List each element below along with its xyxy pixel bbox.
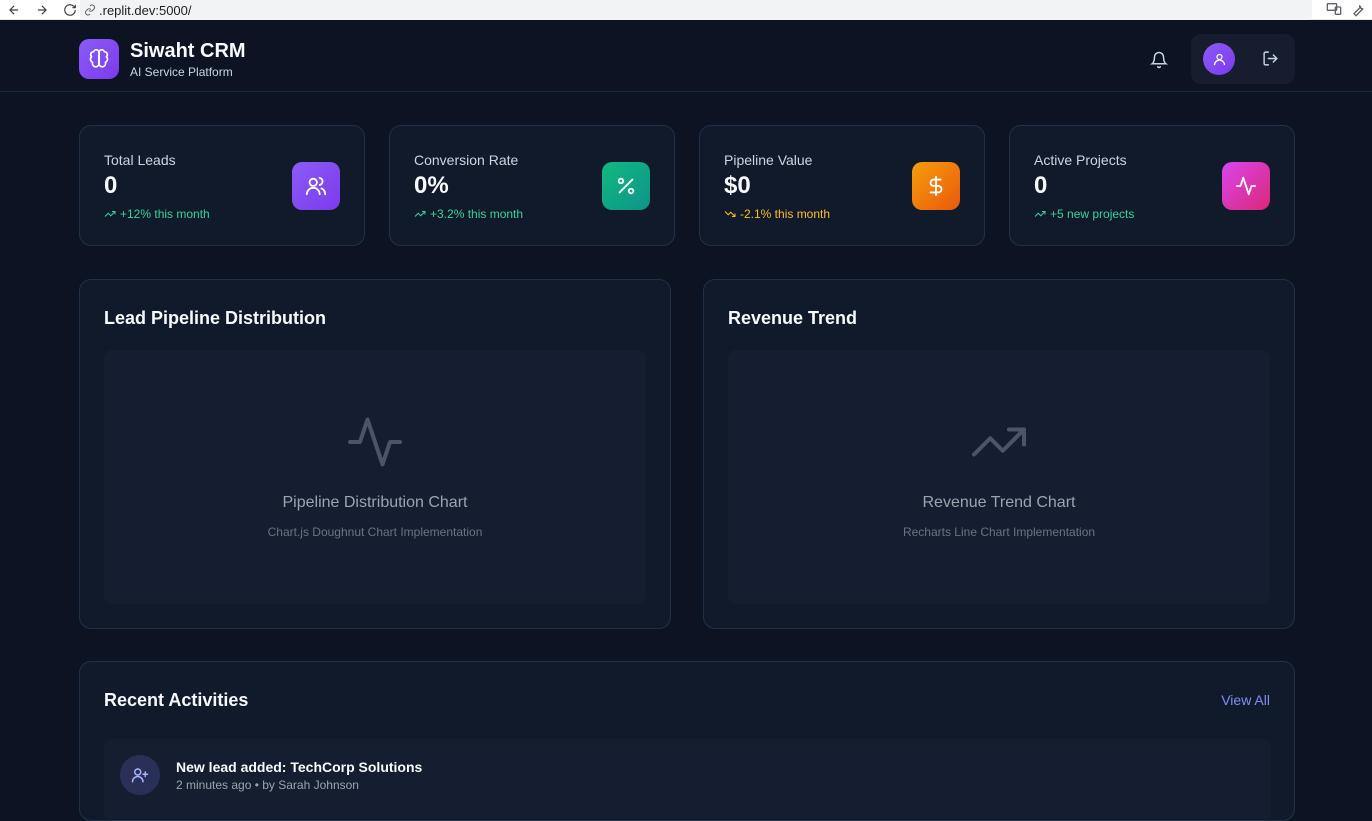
activity-text: New lead added: TechCorp Solutions (176, 759, 423, 775)
wrench-icon[interactable] (1350, 1, 1366, 17)
app-header: Siwaht CRM AI Service Platform (0, 27, 1372, 92)
trending-down-icon (724, 211, 736, 217)
percent-icon (602, 162, 650, 210)
stat-value: 0 (1034, 172, 1048, 199)
stat-card-active-projects: Active Projects 0 +5 new projects (1009, 125, 1295, 246)
stat-card-pipeline-value: Pipeline Value $0 -2.1% this month (699, 125, 985, 246)
browser-toolbar: .replit.dev:5000/ (0, 0, 1372, 20)
logout-icon[interactable] (1262, 50, 1279, 67)
user-icon (1213, 53, 1225, 65)
view-all-link[interactable]: View All (1221, 692, 1270, 708)
chart-placeholder: Pipeline Distribution Chart Chart.js Dou… (104, 350, 646, 604)
panel-title: Lead Pipeline Distribution (104, 308, 327, 328)
chart-panel-pipeline: Lead Pipeline Distribution Pipeline Dist… (79, 279, 671, 629)
stat-title: Conversion Rate (414, 152, 519, 168)
users-icon (292, 162, 340, 210)
stat-value: $0 (724, 172, 751, 199)
trending-up-icon (969, 412, 1029, 472)
stat-trend: +3.2% this month (414, 207, 523, 221)
placeholder-title: Revenue Trend Chart (922, 494, 1076, 511)
stat-title: Active Projects (1034, 152, 1127, 168)
stat-value: 0% (414, 172, 449, 199)
stat-trend: -2.1% this month (724, 207, 830, 221)
avatar[interactable] (1203, 43, 1235, 75)
address-bar[interactable]: .replit.dev:5000/ (80, 0, 1312, 20)
stat-card-conversion-rate: Conversion Rate 0% +3.2% this month (389, 125, 675, 246)
stat-title: Pipeline Value (724, 152, 813, 168)
url-text: .replit.dev:5000/ (99, 2, 192, 18)
stat-card-total-leads: Total Leads 0 +12% this month (79, 125, 365, 246)
trending-up-icon (104, 211, 116, 217)
stat-title: Total Leads (104, 152, 176, 168)
reload-icon[interactable] (62, 2, 78, 18)
stat-trend-text: +3.2% this month (430, 207, 524, 221)
activity-meta: 2 minutes ago • by Sarah Johnson (176, 778, 359, 792)
placeholder-title: Pipeline Distribution Chart (282, 494, 468, 511)
section-title: Recent Activities (104, 690, 249, 710)
list-item[interactable]: New lead added: TechCorp Solutions 2 min… (104, 739, 1271, 819)
back-icon[interactable] (6, 2, 22, 18)
stat-trend-text: +5 new projects (1050, 207, 1135, 221)
bell-icon[interactable] (1149, 51, 1169, 69)
app-title: Siwaht CRM (130, 40, 246, 62)
chart-placeholder: Revenue Trend Chart Recharts Line Chart … (728, 350, 1270, 604)
stat-trend-text: +12% this month (120, 207, 210, 221)
panel-title: Revenue Trend (728, 308, 858, 328)
stat-trend: +5 new projects (1034, 207, 1134, 221)
forward-icon[interactable] (34, 2, 50, 18)
stat-value: 0 (104, 172, 118, 199)
stat-trend-text: -2.1% this month (740, 207, 831, 221)
activity-icon (1222, 162, 1270, 210)
placeholder-subtitle: Chart.js Doughnut Chart Implementation (267, 525, 483, 539)
brand[interactable]: Siwaht CRM AI Service Platform (79, 39, 246, 79)
user-plus-icon (120, 755, 160, 795)
devices-icon[interactable] (1326, 1, 1342, 17)
chart-panel-revenue: Revenue Trend Revenue Trend Chart Rechar… (703, 279, 1295, 629)
stat-trend: +12% this month (104, 207, 210, 221)
app-subtitle: AI Service Platform (130, 65, 233, 79)
dollar-icon (912, 162, 960, 210)
placeholder-subtitle: Recharts Line Chart Implementation (902, 525, 1096, 539)
trending-up-icon (1034, 211, 1046, 217)
recent-activities: Recent Activities View All New lead adde… (79, 661, 1295, 821)
activity-icon (345, 412, 405, 472)
trending-up-icon (414, 211, 426, 217)
user-menu (1191, 34, 1295, 84)
link-icon (85, 4, 95, 16)
brain-icon (79, 39, 119, 79)
